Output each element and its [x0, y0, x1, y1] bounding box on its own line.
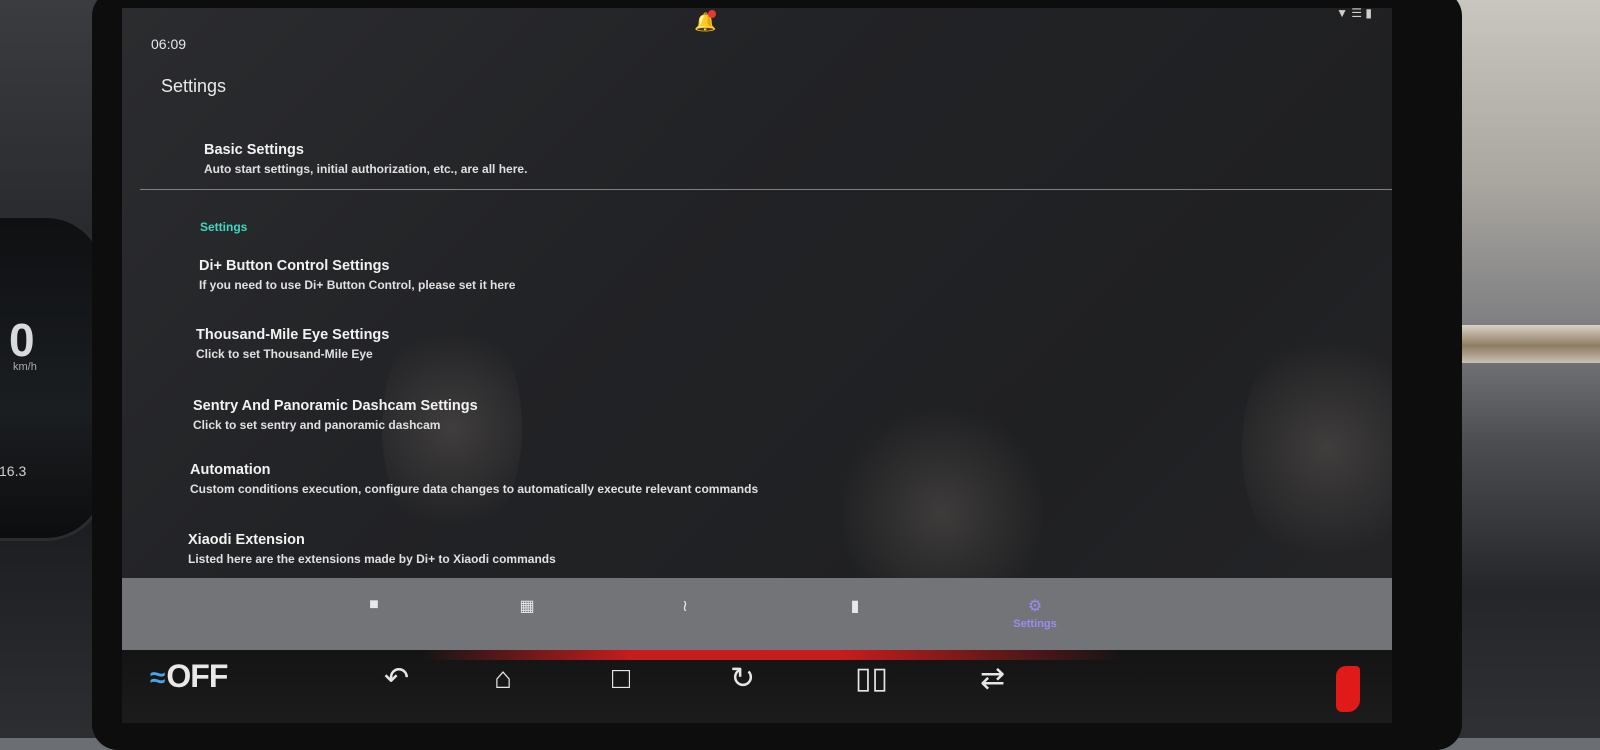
dashboard-right — [1450, 0, 1600, 738]
home-icon[interactable]: ⌂ — [494, 664, 512, 694]
status-time: 06:09 — [151, 36, 187, 52]
recents-icon[interactable]: □ — [612, 664, 630, 694]
infotainment-screen: 06:09 🔔 ▼ ☰ ▮ Settings Basic Settings Au… — [122, 8, 1392, 723]
item-title: Automation — [190, 462, 271, 478]
item-subtitle: Custom conditions execution, configure d… — [190, 482, 759, 496]
sentry-dashcam-row[interactable]: Sentry And Panoramic Dashcam Settings Cl… — [193, 398, 478, 432]
system-bar: ≈OFF ↶ ⌂ □ ↻ ▯▯ ⇄ — [122, 650, 1392, 723]
swap-icon[interactable]: ⇄ — [980, 664, 1005, 694]
status-icons: ▼ ☰ ▮ — [1336, 8, 1372, 20]
battery-icon[interactable]: ▮ — [825, 596, 885, 616]
item-subtitle: Click to set Thousand-Mile Eye — [196, 347, 373, 361]
page-title: Settings — [161, 76, 227, 96]
notification-dot — [708, 10, 716, 18]
camera-icon[interactable]: ■ — [344, 596, 404, 614]
back-icon[interactable]: ↶ — [384, 664, 409, 694]
item-title: Sentry And Panoramic Dashcam Settings — [193, 398, 478, 414]
side-indicator[interactable] — [1336, 666, 1360, 712]
item-title: Xiaodi Extension — [188, 532, 305, 548]
divider — [140, 189, 1392, 190]
odometer-readout: 16.3 — [0, 463, 27, 479]
instrument-cluster: 0 km/h 16.3 — [0, 215, 106, 541]
speed-readout: 0 — [9, 314, 35, 366]
wood-trim — [1450, 325, 1600, 363]
ac-status-label: OFF — [166, 658, 228, 694]
gear-icon: ⚙ — [1027, 598, 1043, 615]
item-subtitle: Listed here are the extensions made by D… — [188, 552, 556, 566]
item-title: Thousand-Mile Eye Settings — [196, 327, 390, 343]
section-header: Settings — [200, 220, 248, 234]
thousand-mile-eye-row[interactable]: Thousand-Mile Eye Settings Click to set … — [196, 327, 389, 361]
xiaodi-extension-row[interactable]: Xiaodi Extension Listed here are the ext… — [188, 532, 556, 566]
basic-settings-row[interactable]: Basic Settings Auto start settings, init… — [204, 142, 527, 176]
route-icon[interactable]: ≀ — [655, 596, 715, 616]
apps-icon[interactable]: ▦ — [497, 596, 557, 616]
di-button-control-row[interactable]: Di+ Button Control Settings If you need … — [199, 258, 515, 292]
ambient-glow — [422, 650, 1122, 660]
fan-icon: ≈ — [150, 662, 165, 693]
glare — [1242, 318, 1392, 578]
speed-unit: km/h — [13, 361, 37, 373]
item-subtitle: If you need to use Di+ Button Control, p… — [199, 278, 516, 292]
basic-settings-subtitle: Auto start settings, initial authorizati… — [204, 162, 528, 176]
item-subtitle: Click to set sentry and panoramic dashca… — [193, 418, 441, 432]
item-title: Di+ Button Control Settings — [199, 258, 390, 274]
rotate-icon[interactable]: ↻ — [730, 664, 755, 694]
basic-settings-title: Basic Settings — [204, 142, 304, 158]
tab-settings[interactable]: ⚙ Settings — [1005, 596, 1065, 630]
automation-row[interactable]: Automation Custom conditions execution, … — [190, 462, 758, 496]
bottom-nav: ■ ▦ ≀ ▮ ⚙ Settings — [122, 578, 1392, 650]
split-screen-icon[interactable]: ▯▯ — [855, 664, 888, 694]
tab-settings-label: Settings — [1013, 618, 1057, 630]
ac-status[interactable]: ≈OFF — [150, 658, 228, 695]
